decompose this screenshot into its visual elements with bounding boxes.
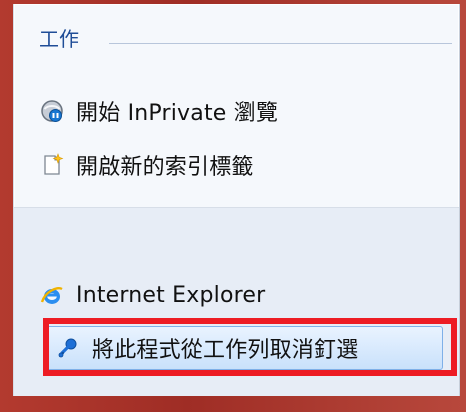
section-divider <box>109 43 452 44</box>
new-tab-icon <box>40 152 64 177</box>
unpin-icon <box>56 336 80 360</box>
unpin-from-taskbar-label: 將此程式從工作列取消釘選 <box>92 338 359 363</box>
internet-explorer-item[interactable]: Internet Explorer <box>40 274 445 317</box>
inprivate-icon <box>40 99 64 123</box>
internet-explorer-label: Internet Explorer <box>76 283 266 308</box>
internet-explorer-icon <box>40 284 64 308</box>
start-inprivate-browsing-item[interactable]: 開始 InPrivate 瀏覽 <box>40 89 445 132</box>
section-title: 工作 <box>39 27 79 51</box>
open-new-tab-item[interactable]: 開啟新的索引標籤 <box>40 143 445 186</box>
jump-list-menu: 工作 開始 InPrivate 瀏覽 開啟新的索引標籤 Internet Exp… <box>13 4 460 396</box>
tasks-section-header: 工作 <box>39 25 454 53</box>
open-new-tab-label: 開啟新的索引標籤 <box>76 154 254 180</box>
unpin-from-taskbar-item[interactable]: 將此程式從工作列取消釘選 <box>43 326 443 370</box>
start-inprivate-browsing-label: 開始 InPrivate 瀏覽 <box>76 100 279 126</box>
